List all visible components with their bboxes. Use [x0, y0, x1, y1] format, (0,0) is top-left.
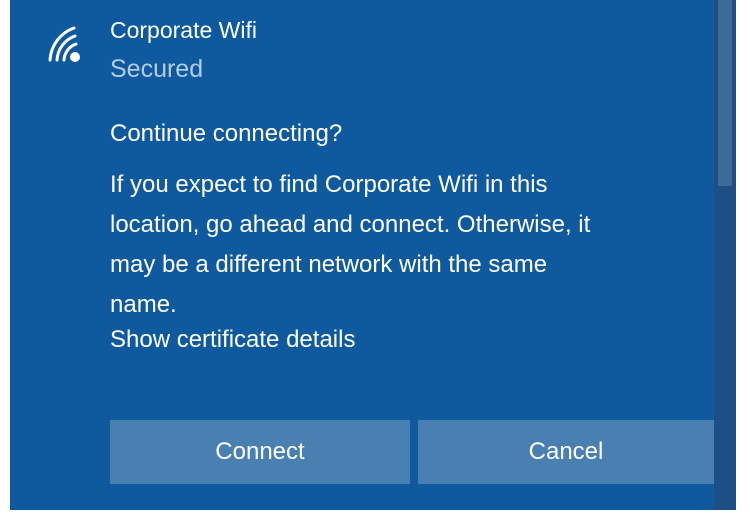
connection-prompt: Continue connecting?: [110, 120, 343, 147]
message-line: may be a different network with the same: [110, 251, 548, 278]
network-name: Corporate Wifi: [110, 17, 257, 43]
network-status: Secured: [110, 55, 204, 83]
message-line: name.: [110, 291, 177, 318]
connect-button[interactable]: Connect: [110, 420, 410, 484]
message-line: If you expect to find Corporate Wifi in …: [110, 171, 548, 198]
show-certificate-link[interactable]: Show certificate details: [110, 322, 355, 358]
scrollbar-thumb[interactable]: [718, 0, 732, 186]
wifi-signal-icon: [48, 26, 80, 62]
cancel-button[interactable]: Cancel: [418, 420, 714, 484]
connection-message: If you expect to find Corporate Wifi in …: [110, 165, 710, 325]
wifi-connection-flyout: Corporate Wifi Secured Continue connecti…: [10, 0, 716, 510]
message-line: location, go ahead and connect. Otherwis…: [110, 211, 591, 238]
scrollbar[interactable]: [714, 0, 736, 510]
